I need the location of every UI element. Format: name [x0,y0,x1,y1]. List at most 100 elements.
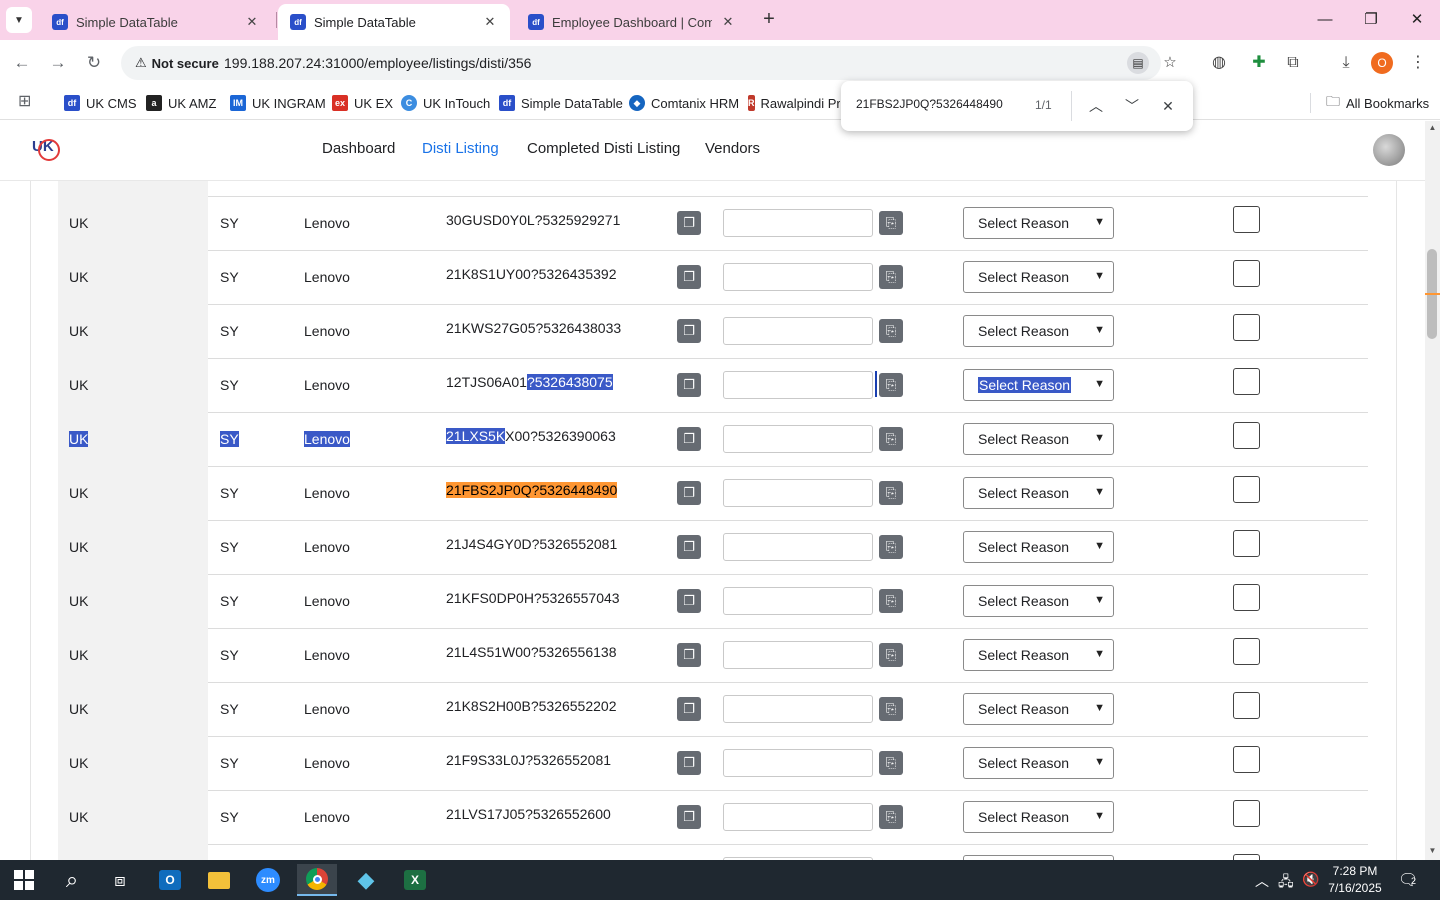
reason-select[interactable]: Select Reason ▼ [963,261,1114,293]
bookmark-comtanix-hrm[interactable]: ◆ Comtanix HRM [629,92,739,114]
row-checkbox[interactable] [1233,260,1260,287]
zoom-app-icon[interactable]: zm [248,864,288,896]
row-checkbox[interactable] [1233,368,1260,395]
reason-select[interactable]: Select Reason ▼ [963,423,1114,455]
paste-button[interactable]: ⎘ [879,643,903,667]
paste-button[interactable]: ⎘ [879,373,903,397]
paste-button[interactable]: ⎘ [879,697,903,721]
paste-button[interactable]: ⎘ [879,427,903,451]
reason-select[interactable]: Select Reason ▼ [963,315,1114,347]
paste-button[interactable]: ⎘ [879,265,903,289]
bookmark-simple-datatable[interactable]: df Simple DataTable [499,92,623,114]
notifications-icon[interactable]: 🗨 2 [1398,870,1420,890]
paste-button[interactable]: ⎘ [879,535,903,559]
file-explorer-icon[interactable] [199,864,239,896]
nav-disti-listing[interactable]: Disti Listing [422,140,499,157]
copy-sku-button[interactable]: ❐ [677,643,701,667]
diamond-app-icon[interactable]: ◆ [346,864,386,896]
copy-sku-button[interactable]: ❐ [677,805,701,829]
close-icon[interactable]: ✕ [482,14,498,30]
row-checkbox[interactable] [1233,638,1260,665]
copy-sku-button[interactable]: ❐ [677,265,701,289]
download-icon[interactable]: ⤓ [1335,52,1357,74]
listing-input[interactable] [723,587,873,615]
copy-sku-button[interactable]: ❐ [677,481,701,505]
close-icon[interactable]: ✕ [1157,95,1179,117]
menu-dots-icon[interactable]: ⋮ [1407,52,1429,74]
close-window-button[interactable]: ✕ [1402,8,1432,32]
chevron-up-icon[interactable]: ︿ [1085,95,1107,117]
globe-extension-icon[interactable]: ◍ [1208,52,1230,74]
row-checkbox[interactable] [1233,530,1260,557]
listing-input[interactable] [723,317,873,345]
reason-select[interactable]: Select Reason ▼ [963,369,1114,401]
copy-sku-button[interactable]: ❐ [677,535,701,559]
browser-tab-3[interactable]: df Employee Dashboard | Comtan ✕ [516,4,748,40]
outlook-app-icon[interactable]: O [150,864,190,896]
listing-input[interactable] [723,533,873,561]
copy-sku-button[interactable]: ❐ [677,697,701,721]
listing-input[interactable] [723,803,873,831]
network-icon[interactable]: 🖧 [1278,871,1294,895]
listing-input[interactable] [723,425,873,453]
reload-icon[interactable]: ↻ [82,51,106,75]
paste-button[interactable]: ⎘ [879,589,903,613]
nav-dashboard[interactable]: Dashboard [322,140,395,157]
forward-arrow-icon[interactable]: → [46,51,70,75]
apps-grid-icon[interactable]: ⊞ [18,91,31,111]
listing-input[interactable] [723,695,873,723]
listing-input[interactable] [723,371,873,399]
copy-sku-button[interactable]: ❐ [677,373,701,397]
all-bookmarks-button[interactable]: 🗀 All Bookmarks [1326,92,1429,114]
chevron-down-icon[interactable]: ﹀ [1121,95,1143,117]
paste-button[interactable]: ⎘ [879,319,903,343]
reason-select[interactable]: Select Reason ▼ [963,801,1114,833]
page-icon[interactable]: ▤ [1127,52,1149,74]
copy-sku-button[interactable]: ❐ [677,211,701,235]
reason-select[interactable]: Select Reason ▼ [963,531,1114,563]
bookmark-uk-amz[interactable]: a UK AMZ [146,92,216,114]
profile-avatar[interactable]: O [1371,52,1393,74]
back-arrow-icon[interactable]: ← [10,51,34,75]
url-text[interactable]: 199.188.207.24:31000/employee/listings/d… [224,55,531,71]
row-checkbox[interactable] [1233,746,1260,773]
nav-vendors[interactable]: Vendors [705,140,760,157]
excel-app-icon[interactable]: X [395,864,435,896]
row-checkbox[interactable] [1233,584,1260,611]
row-checkbox[interactable] [1233,206,1260,233]
copy-sku-button[interactable]: ❐ [677,319,701,343]
tab-search-button[interactable]: ▼ [6,7,32,33]
search-icon[interactable]: ⌕ [52,864,92,896]
system-clock[interactable]: 7:28 PM 7/16/2025 [1320,863,1390,897]
row-checkbox[interactable] [1233,692,1260,719]
extensions-icon[interactable]: ⧉ [1282,52,1304,74]
chrome-app-icon[interactable] [297,864,337,896]
listing-input[interactable] [723,749,873,777]
find-input[interactable]: 21FBS2JP0Q?5326448490 [856,97,1003,111]
reason-select[interactable]: Select Reason ▼ [963,585,1114,617]
puzzle-plus-extension-icon[interactable]: ✚ [1248,52,1270,74]
listing-input[interactable] [723,479,873,507]
reason-select[interactable]: Select Reason ▼ [963,747,1114,779]
bookmark-uk-ingram[interactable]: IM UK INGRAM [230,92,326,114]
paste-button[interactable]: ⎘ [879,805,903,829]
new-tab-button[interactable]: + [758,8,780,30]
copy-sku-button[interactable]: ❐ [677,427,701,451]
user-avatar[interactable] [1373,134,1405,166]
bookmark-uk-cms[interactable]: df UK CMS [64,92,137,114]
reason-select[interactable]: Select Reason ▼ [963,693,1114,725]
listing-input[interactable] [723,263,873,291]
scroll-down-arrow-icon[interactable]: ▼ [1427,846,1438,855]
minimize-window-button[interactable]: — [1310,8,1340,32]
bookmark-uk-ex[interactable]: ex UK EX [332,92,393,114]
paste-button[interactable]: ⎘ [879,211,903,235]
security-chip[interactable]: ⚠ Not secure [129,52,225,74]
bookmark-uk-intouch[interactable]: C UK InTouch [401,92,490,114]
scroll-up-arrow-icon[interactable]: ▲ [1427,123,1438,132]
copy-sku-button[interactable]: ❐ [677,589,701,613]
page-scrollbar[interactable]: ▲ ▼ [1425,121,1440,860]
address-bar[interactable]: ⚠ Not secure 199.188.207.24:31000/employ… [121,46,1177,80]
listing-input[interactable] [723,641,873,669]
nav-completed-disti-listing[interactable]: Completed Disti Listing [527,140,680,157]
browser-tab-2[interactable]: df Simple DataTable ✕ [278,4,510,40]
